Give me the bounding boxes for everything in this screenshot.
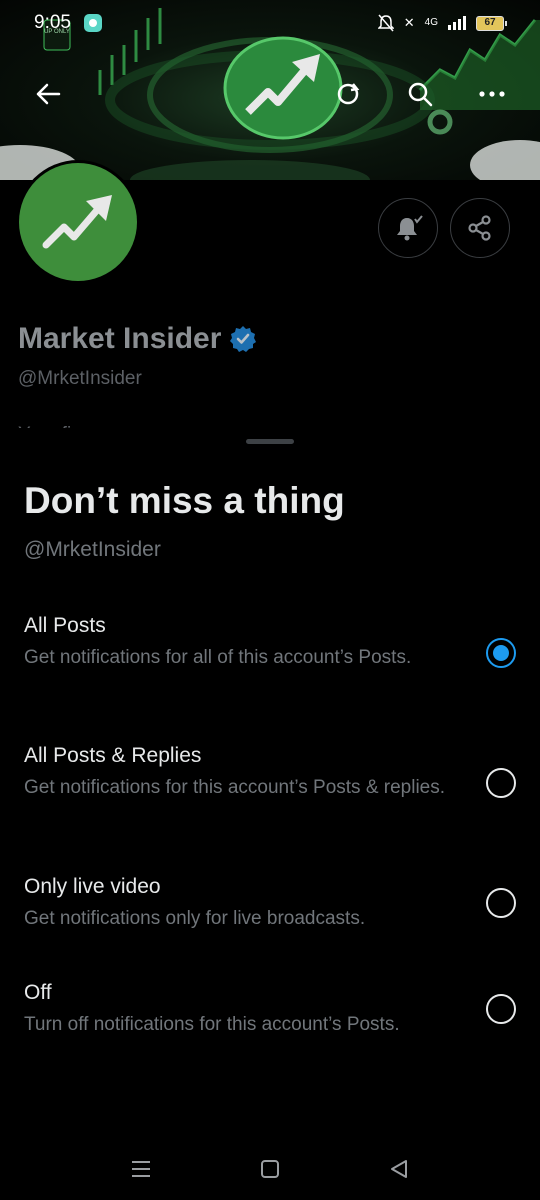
profile-name-row: Market Insider <box>18 322 257 356</box>
radio-only-live-video[interactable] <box>486 888 516 918</box>
home-button[interactable] <box>254 1154 286 1184</box>
option-description: Get notifications only for live broadcas… <box>24 908 366 929</box>
verified-badge-icon <box>230 326 257 352</box>
profile-name: Market Insider <box>18 322 222 355</box>
option-title: Off <box>24 981 52 1004</box>
sync-icon <box>337 83 360 105</box>
back-icon <box>391 1160 407 1178</box>
share-icon <box>468 215 491 241</box>
chat-app-icon <box>84 14 102 32</box>
bell-off-icon <box>376 14 395 32</box>
share-button[interactable] <box>450 198 510 258</box>
option-description: Turn off notifications for this account’… <box>24 1014 400 1035</box>
search-icon <box>408 82 433 107</box>
back-arrow-icon <box>36 83 61 105</box>
option-only-live-video[interactable]: Only live video Get notifications only f… <box>0 875 540 935</box>
search-button[interactable] <box>400 74 440 114</box>
option-all-posts-replies[interactable]: All Posts & Replies Get notifications fo… <box>0 744 540 824</box>
network-type: 4G <box>424 17 438 28</box>
sheet-account-handle: @MrketInsider <box>24 538 161 561</box>
battery-icon: 67 <box>476 15 507 31</box>
more-button[interactable] <box>472 74 512 114</box>
option-description: Get notifications for all of this accoun… <box>24 647 412 668</box>
radio-off[interactable] <box>486 994 516 1024</box>
close-icon: ✕ <box>403 15 415 30</box>
recents-button[interactable] <box>125 1154 157 1184</box>
more-icon <box>479 91 505 97</box>
system-nav-bar <box>0 1140 540 1200</box>
profile-handle: @MrketInsider <box>18 368 142 389</box>
back-button[interactable] <box>28 74 68 114</box>
status-time: 9:05 <box>34 12 71 33</box>
sheet-drag-handle[interactable] <box>246 439 294 444</box>
sync-button[interactable] <box>328 74 368 114</box>
option-title: All Posts <box>24 614 106 637</box>
option-title: Only live video <box>24 875 161 898</box>
sheet-title: Don’t miss a thing <box>24 480 345 521</box>
back-nav-button[interactable] <box>383 1154 415 1184</box>
option-title: All Posts & Replies <box>24 744 202 767</box>
recents-icon <box>132 1161 150 1177</box>
notifications-button[interactable] <box>378 198 438 258</box>
notification-settings-sheet: Don’t miss a thing @MrketInsider All Pos… <box>0 428 540 1200</box>
radio-all-posts[interactable] <box>486 638 516 668</box>
option-description: Get notifications for this account’s Pos… <box>24 777 446 798</box>
radio-all-posts-replies[interactable] <box>486 768 516 798</box>
status-bar: 9:05 ✕ 4G 67 <box>0 0 540 46</box>
notification-bell-icon <box>397 215 423 241</box>
trending-up-arrow-icon <box>42 195 112 249</box>
avatar-image <box>19 163 137 281</box>
home-icon <box>261 1160 279 1178</box>
signal-icon <box>448 16 466 30</box>
option-all-posts[interactable]: All Posts Get notifications for all of t… <box>0 614 540 694</box>
option-off[interactable]: Off Turn off notifications for this acco… <box>0 981 540 1041</box>
avatar[interactable] <box>16 160 140 284</box>
